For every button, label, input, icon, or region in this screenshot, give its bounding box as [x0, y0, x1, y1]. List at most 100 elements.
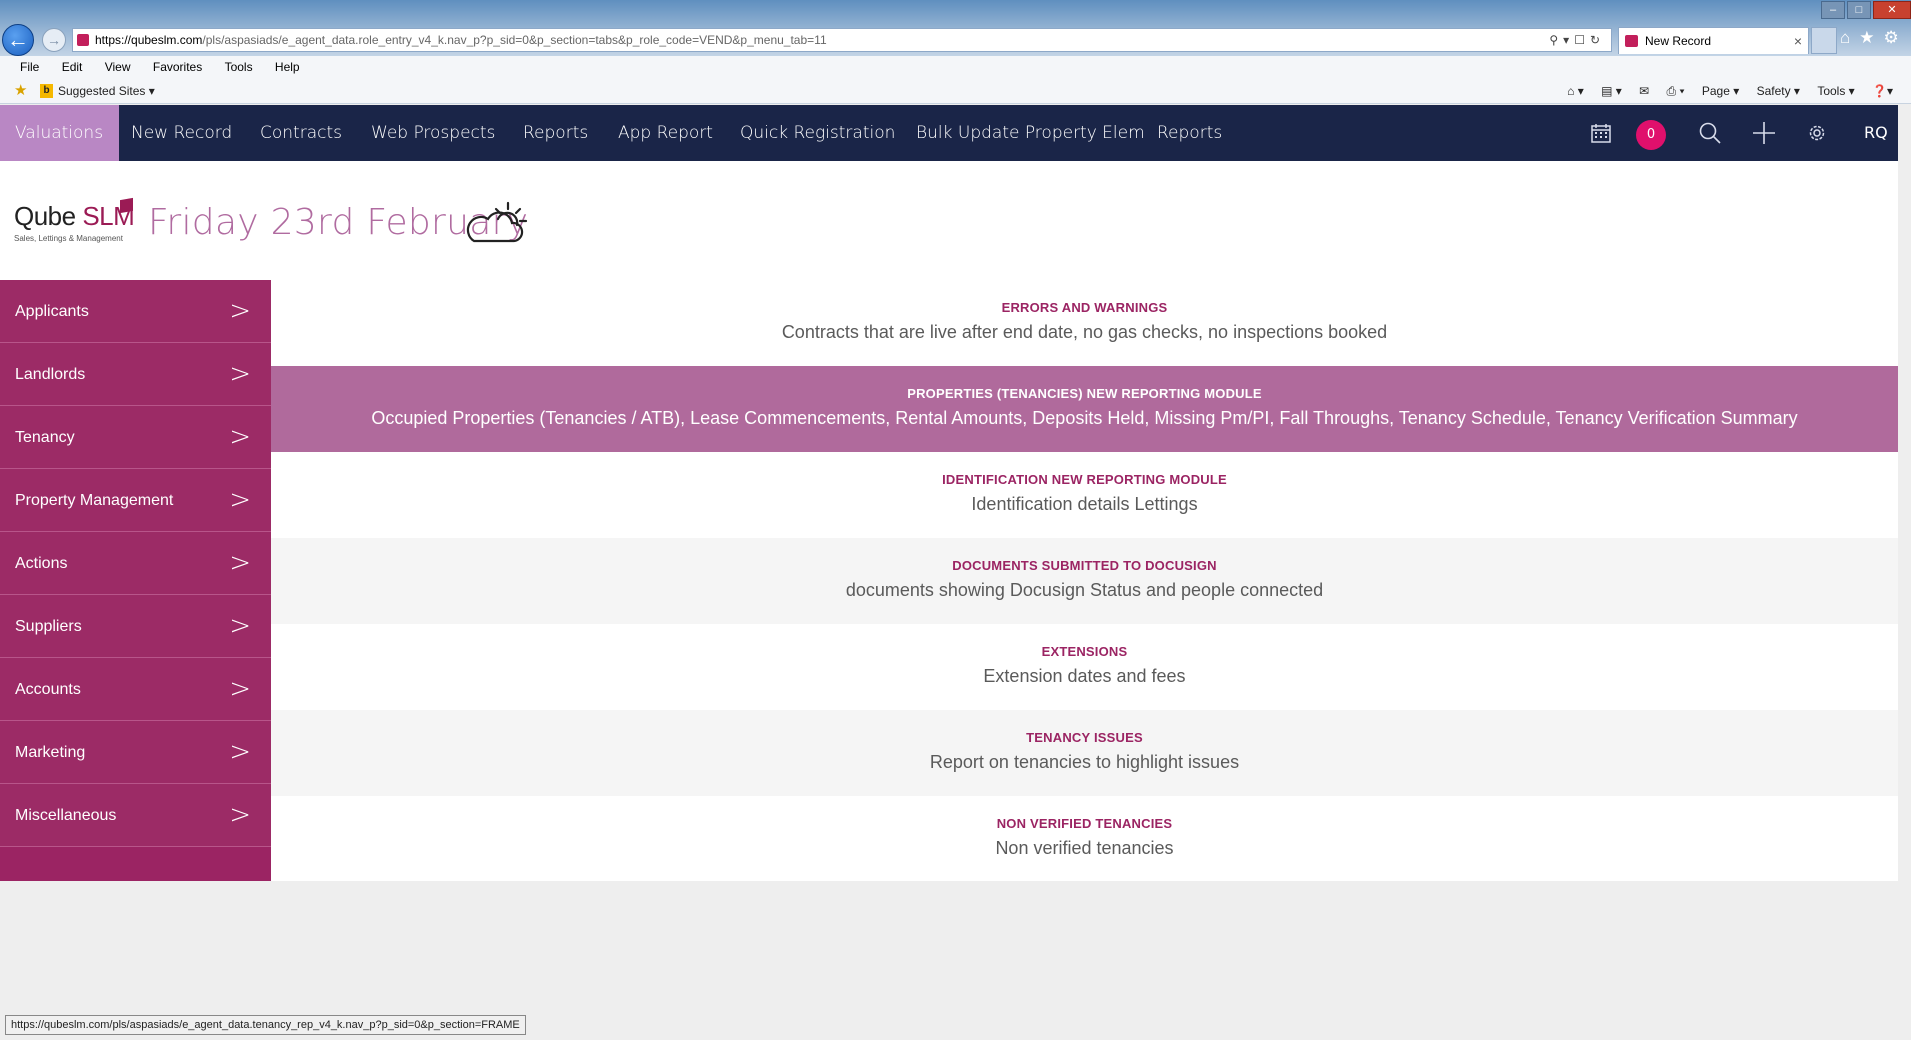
- sidebar-item-label: Landlords: [15, 366, 86, 383]
- nav-contracts[interactable]: Contracts: [260, 105, 342, 161]
- menu-edit[interactable]: Edit: [62, 60, 83, 74]
- sidebar-item-label: Suppliers: [15, 618, 82, 635]
- report-description: documents showing Docusign Status and pe…: [845, 580, 1324, 600]
- mail-icon[interactable]: ✉: [1639, 84, 1649, 98]
- report-title: TENANCY ISSUES: [1026, 730, 1143, 745]
- forward-arrow-icon[interactable]: →: [42, 28, 66, 52]
- qube-logo: Qube SLM Sales, Lettings & Management: [14, 197, 135, 243]
- gear-icon[interactable]: [1806, 105, 1828, 161]
- chevron-right-icon: >: [229, 548, 251, 578]
- url-domain: https://qubeslm.com: [95, 33, 203, 47]
- chevron-right-icon: >: [229, 359, 251, 389]
- print-icon[interactable]: ⎙ ▾: [1667, 84, 1685, 98]
- report-description: Identification details Lettings: [971, 494, 1198, 514]
- report-title: PROPERTIES (TENANCIES) NEW REPORTING MOD…: [907, 386, 1262, 401]
- menu-tools[interactable]: Tools: [225, 60, 253, 74]
- menu-file[interactable]: File: [20, 60, 39, 74]
- nav-valuations[interactable]: Valuations: [0, 105, 120, 161]
- sidebar-item-property-management[interactable]: Property Management >: [0, 469, 271, 532]
- report-description: Occupied Properties (Tenancies / ATB), L…: [371, 408, 1798, 428]
- report-row-non-verified[interactable]: NON VERIFIED TENANCIES Non verified tena…: [271, 796, 1898, 882]
- chevron-right-icon: >: [229, 611, 251, 641]
- sidebar-item-actions[interactable]: Actions >: [0, 532, 271, 595]
- page-menu[interactable]: Page ▾: [1702, 84, 1739, 98]
- back-arrow-icon[interactable]: ←: [2, 24, 34, 56]
- report-row-properties[interactable]: PROPERTIES (TENANCIES) NEW REPORTING MOD…: [271, 366, 1898, 452]
- nav-reports-2[interactable]: Reports: [1157, 105, 1222, 161]
- page-header: Qube SLM Sales, Lettings & Management Fr…: [0, 161, 1898, 280]
- browser-titlebar: ← → https://qubeslm.com/pls/aspasiads/e_…: [0, 0, 1911, 56]
- report-row-docusign[interactable]: DOCUMENTS SUBMITTED TO DOCUSIGN document…: [271, 538, 1898, 624]
- sidebar: Applicants > Landlords > Tenancy > Property…: [0, 280, 271, 881]
- minimize-icon[interactable]: –: [1821, 1, 1845, 19]
- nav-app-report[interactable]: App Report: [618, 105, 713, 161]
- safety-menu[interactable]: Safety ▾: [1757, 84, 1800, 98]
- calendar-icon[interactable]: [1591, 105, 1611, 161]
- chevron-right-icon: >: [229, 800, 251, 830]
- tab-close-icon[interactable]: ×: [1794, 28, 1802, 54]
- user-initials[interactable]: RQ: [1864, 105, 1888, 161]
- chevron-right-icon: >: [229, 422, 251, 452]
- report-row-identification[interactable]: IDENTIFICATION NEW REPORTING MODULE Iden…: [271, 452, 1898, 538]
- report-title: NON VERIFIED TENANCIES: [996, 816, 1173, 831]
- help-icon[interactable]: ❓▾: [1872, 84, 1893, 98]
- sidebar-item-label: Miscellaneous: [15, 807, 117, 824]
- home-icon[interactable]: ⌂ ▾: [1567, 84, 1584, 98]
- logo-text-qube: Qube: [14, 201, 83, 231]
- sidebar-item-label: Property Management: [15, 492, 174, 509]
- sidebar-item-label: Accounts: [15, 681, 81, 698]
- nav-reports[interactable]: Reports: [523, 105, 588, 161]
- bing-icon: b: [40, 84, 53, 98]
- favorites-star-icon[interactable]: ★: [14, 78, 27, 104]
- sidebar-item-miscellaneous[interactable]: Miscellaneous >: [0, 784, 271, 847]
- new-tab-button[interactable]: [1811, 27, 1837, 54]
- report-title: DOCUMENTS SUBMITTED TO DOCUSIGN: [952, 558, 1217, 573]
- sidebar-item-tenancy[interactable]: Tenancy >: [0, 406, 271, 469]
- nav-new-record[interactable]: New Record: [131, 105, 232, 161]
- report-row-errors-warnings[interactable]: ERRORS AND WARNINGS Contracts that are l…: [271, 280, 1898, 366]
- menu-favorites[interactable]: Favorites: [153, 60, 202, 74]
- search-icon[interactable]: [1698, 105, 1722, 161]
- browser-tab[interactable]: New Record ×: [1618, 27, 1809, 54]
- report-description: Report on tenancies to highlight issues: [929, 752, 1240, 772]
- nav-bulk-update[interactable]: Bulk Update Property Elem: [916, 105, 1145, 161]
- report-description: Contracts that are live after end date, …: [781, 322, 1388, 342]
- sidebar-item-label: Marketing: [15, 744, 86, 761]
- close-icon[interactable]: ✕: [1873, 1, 1911, 19]
- browser-toolbar-icons[interactable]: ⌂★⚙: [1840, 28, 1908, 48]
- favorites-bar: ★ b Suggested Sites ▾ ⌂ ▾ ▤ ▾ ✉ ⎙ ▾ Page…: [0, 78, 1911, 104]
- suggested-sites-link[interactable]: Suggested Sites ▾: [58, 78, 155, 104]
- sidebar-item-landlords[interactable]: Landlords >: [0, 343, 271, 406]
- chevron-right-icon: >: [229, 737, 251, 767]
- sidebar-item-suppliers[interactable]: Suppliers >: [0, 595, 271, 658]
- report-title: ERRORS AND WARNINGS: [1001, 300, 1168, 315]
- sidebar-item-marketing[interactable]: Marketing >: [0, 721, 271, 784]
- report-row-extensions[interactable]: EXTENSIONS Extension dates and fees: [271, 624, 1898, 710]
- nav-quick-registration[interactable]: Quick Registration: [740, 105, 895, 161]
- chevron-right-icon: >: [229, 485, 251, 515]
- command-bar: ⌂ ▾ ▤ ▾ ✉ ⎙ ▾ Page ▾ Safety ▾ Tools ▾ ❓▾: [1553, 78, 1893, 104]
- window-controls[interactable]: – □ ✕: [1819, 0, 1911, 19]
- report-row-tenancy-issues[interactable]: TENANCY ISSUES Report on tenancies to hi…: [271, 710, 1898, 796]
- sidebar-item-label: Applicants: [15, 303, 89, 320]
- site-favicon-icon: [77, 34, 89, 46]
- logo-mark-icon: [120, 197, 133, 214]
- logo-subtitle: Sales, Lettings & Management: [14, 234, 123, 243]
- report-list: ERRORS AND WARNINGS Contracts that are l…: [271, 280, 1898, 881]
- maximize-icon[interactable]: □: [1847, 1, 1871, 19]
- address-bar[interactable]: https://qubeslm.com/pls/aspasiads/e_agen…: [72, 28, 1612, 52]
- tab-favicon-icon: [1625, 35, 1638, 47]
- sidebar-item-accounts[interactable]: Accounts >: [0, 658, 271, 721]
- partly-cloudy-icon: [462, 201, 530, 250]
- sidebar-item-applicants[interactable]: Applicants >: [0, 280, 271, 343]
- menu-help[interactable]: Help: [275, 60, 300, 74]
- nav-web-prospects[interactable]: Web Prospects: [371, 105, 495, 161]
- tools-menu[interactable]: Tools ▾: [1817, 84, 1854, 98]
- feeds-icon[interactable]: ▤ ▾: [1601, 84, 1622, 98]
- plus-icon[interactable]: [1752, 105, 1776, 161]
- menu-view[interactable]: View: [105, 60, 131, 74]
- address-bar-icons[interactable]: ⚲▾☐↻: [1549, 29, 1605, 51]
- notification-badge[interactable]: 0: [1636, 120, 1666, 150]
- report-title: EXTENSIONS: [1041, 644, 1128, 659]
- chevron-right-icon: >: [229, 296, 251, 326]
